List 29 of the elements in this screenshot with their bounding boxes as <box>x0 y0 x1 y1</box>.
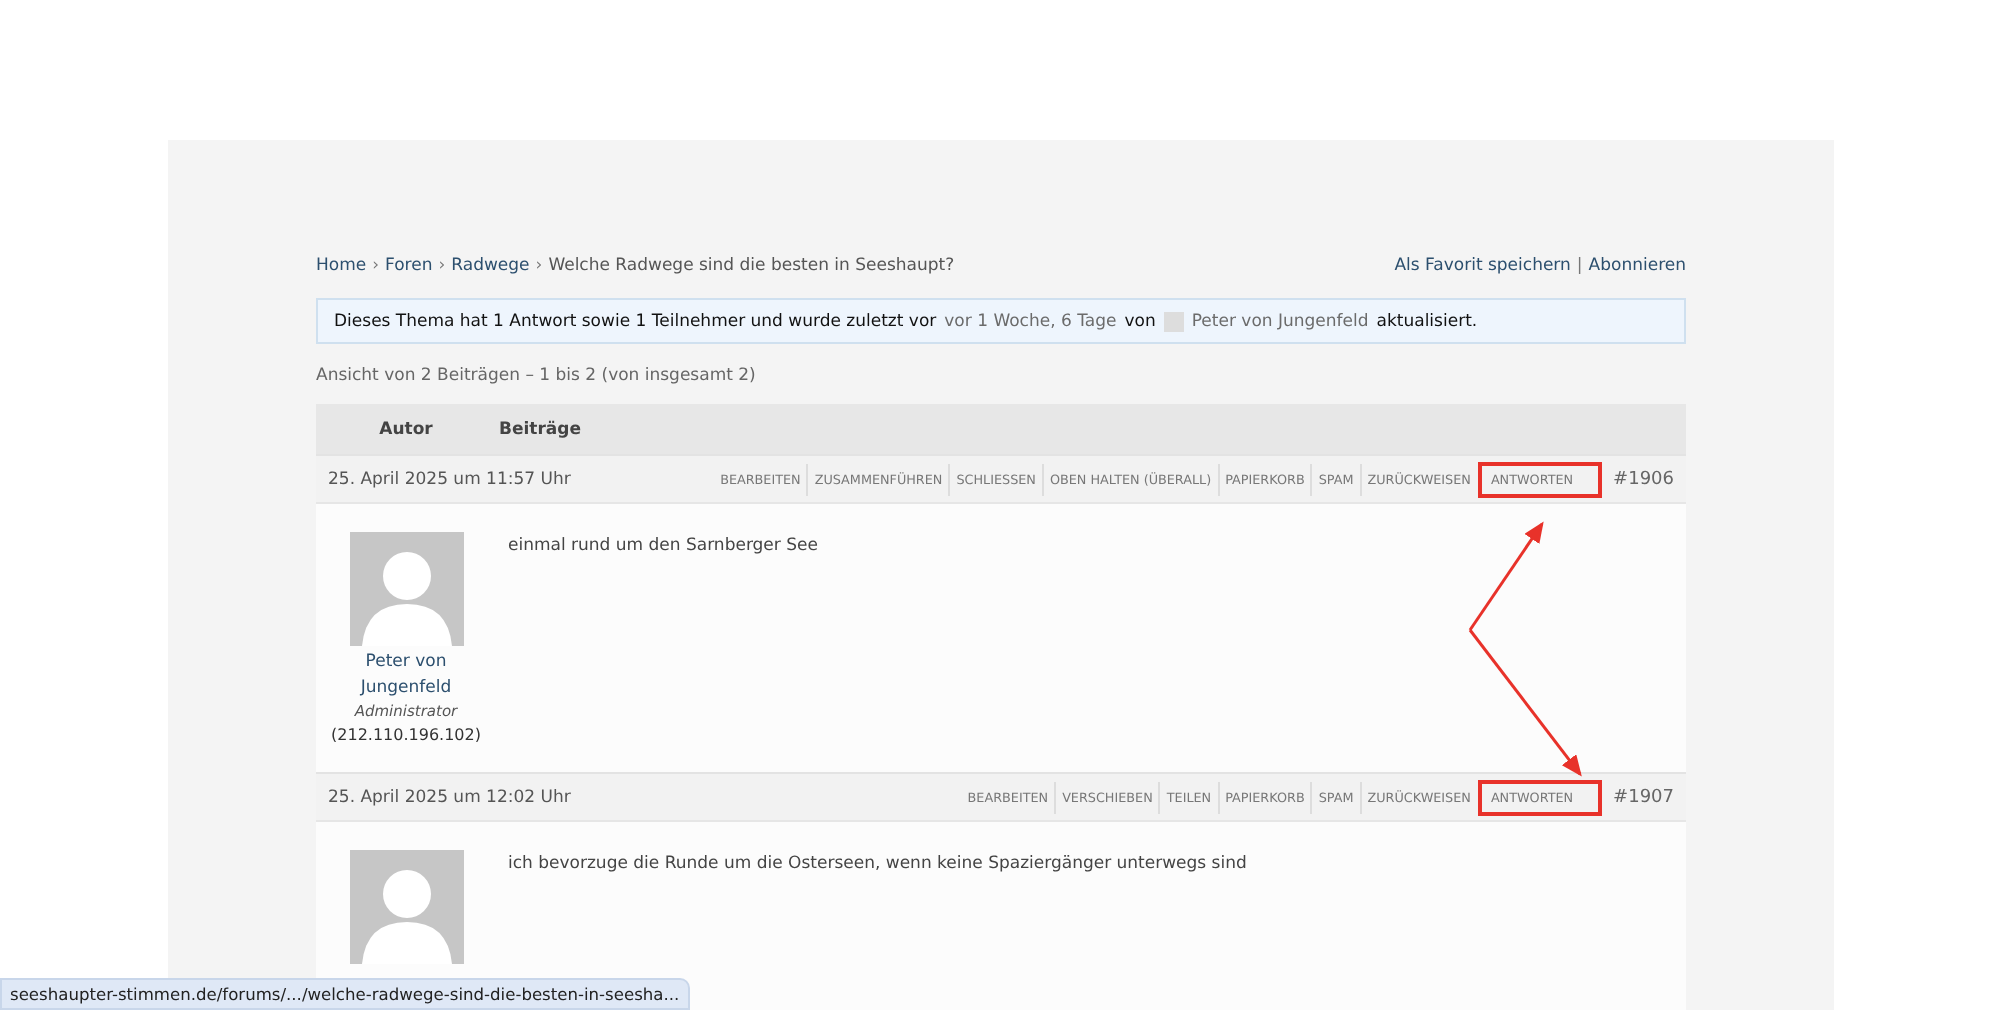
breadcrumb-separator: › <box>372 256 380 280</box>
breadcrumb-current: Welche Radwege sind die besten in Seeshaupt? <box>548 256 955 280</box>
author-ip: (212.110.196.102) <box>331 726 481 744</box>
post-number: #1906 <box>1613 469 1674 489</box>
column-header: Autor <box>377 419 435 439</box>
topic-action-link[interactable]: Als Favorit speichern <box>1394 256 1571 280</box>
notice-text: Dieses Thema hat 1 Antwort sowie 1 Teilnehmer und wurde zuletzt vor <box>334 311 937 331</box>
post-date: 25. April 2025 um 12:02 Uhr <box>328 787 571 807</box>
breadcrumb-link[interactable]: Radwege <box>451 256 530 280</box>
notice-text: von <box>1124 311 1156 331</box>
author-link[interactable]: Peter von Jungenfeld <box>1191 311 1369 331</box>
post-number: #1907 <box>1613 787 1674 807</box>
column-header: Beiträge <box>497 419 583 439</box>
separator: | <box>1576 256 1583 280</box>
avatar-icon <box>349 850 463 964</box>
breadcrumb-separator: › <box>535 256 543 280</box>
breadcrumb-separator: › <box>438 256 446 280</box>
author-name[interactable]: Peter von Jungenfeld <box>346 650 466 700</box>
notice-text: aktualisiert. <box>1376 311 1478 331</box>
avatar-icon <box>1163 311 1184 331</box>
post-date: 25. April 2025 um 11:57 Uhr <box>328 469 571 489</box>
avatar-icon <box>349 532 463 646</box>
time-link[interactable]: vor 1 Woche, 6 Tage <box>944 311 1117 331</box>
topic-action-link[interactable]: Abonnieren <box>1588 256 1686 280</box>
post-content: einmal rund um den Sarnberger See <box>508 536 818 560</box>
breadcrumb-link[interactable]: Foren <box>385 256 433 280</box>
status-bar-url: seeshaupter-stimmen.de/forums/.../welche-radwege-sind-die-besten-in-seesha... <box>0 978 690 1010</box>
pagination-info: Ansicht von 2 Beiträgen – 1 bis 2 (von insgesamt 2) <box>316 366 758 390</box>
breadcrumb-link[interactable]: Home <box>316 256 367 280</box>
